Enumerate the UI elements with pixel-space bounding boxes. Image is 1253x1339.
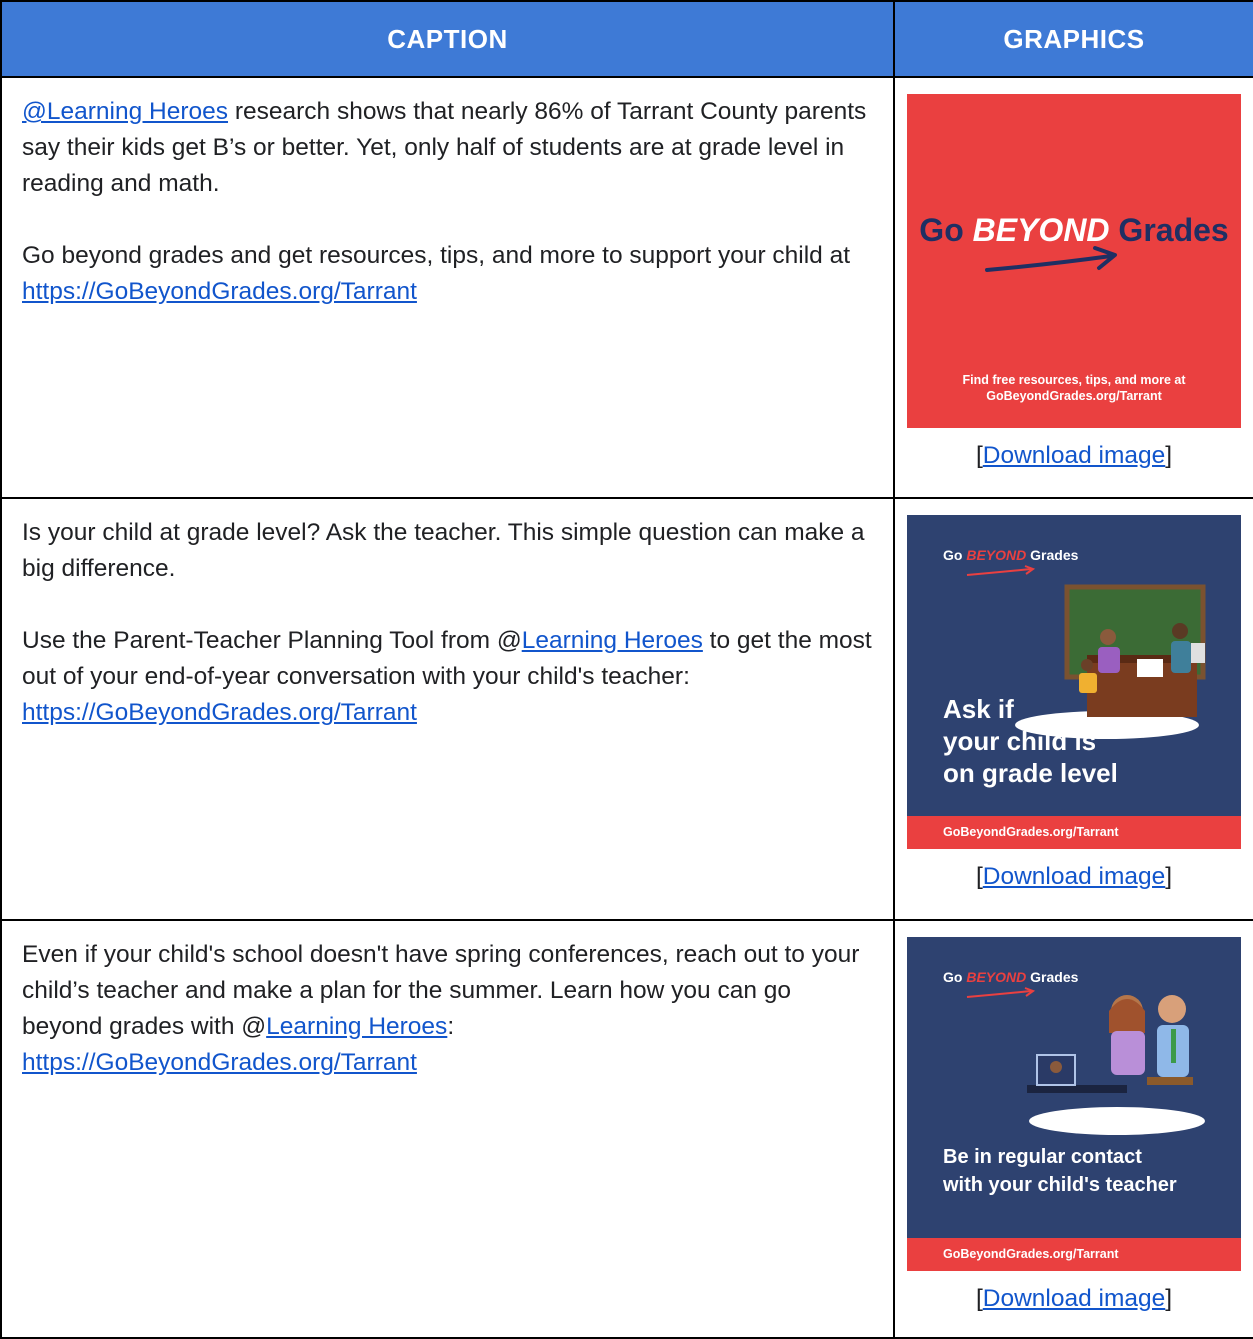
footer-line: GoBeyondGrades.org/Tarrant: [986, 389, 1162, 403]
graphic-headline: Be in regular contact with your child's …: [943, 1143, 1177, 1199]
learning-heroes-link[interactable]: Learning Heroes: [266, 1013, 447, 1040]
download-image-link[interactable]: Download image: [983, 1285, 1166, 1312]
graphic-footer-text: Find free resources, tips, and more at G…: [907, 372, 1241, 404]
brand-go: Go: [943, 969, 967, 985]
caption-paragraph: Go beyond grades and get resources, tips…: [22, 238, 873, 310]
brand-grades: Grades: [1026, 547, 1079, 563]
headline-line: Be in regular contact: [943, 1146, 1142, 1168]
download-image-link[interactable]: Download image: [983, 863, 1166, 890]
caption-cell: Is your child at grade level? Ask the te…: [0, 497, 895, 921]
learning-heroes-link[interactable]: Learning Heroes: [522, 627, 703, 654]
bracket: [: [975, 1285, 983, 1312]
graphic-cell: Go BEYOND Grades: [893, 919, 1253, 1339]
headline-line: on grade level: [943, 758, 1118, 788]
graphics-column-header: GRAPHICS: [893, 0, 1253, 78]
headline-line: with your child's teacher: [943, 1174, 1177, 1196]
caption-paragraph: Even if your child's school doesn't have…: [22, 937, 873, 1081]
bracket: [: [975, 442, 983, 469]
caption-text: :: [447, 1013, 455, 1040]
brand-go: Go: [919, 212, 973, 248]
brand-grades: Grades: [1109, 212, 1229, 248]
bracket: ]: [1165, 1285, 1173, 1312]
graphic-footer-bar: GoBeyondGrades.org/Tarrant: [907, 816, 1241, 849]
caption-paragraph: Is your child at grade level? Ask the te…: [22, 519, 865, 582]
caption-paragraph: @Learning Heroes research shows that nea…: [22, 94, 873, 202]
caption-cell: Even if your child's school doesn't have…: [0, 919, 895, 1339]
graphic-cell: Go BEYOND Grades: [893, 497, 1253, 921]
graphic-footer-bar: GoBeyondGrades.org/Tarrant: [907, 1238, 1241, 1271]
parents-video-call-illustration: [1027, 995, 1205, 1135]
brand-logo: Go BEYOND Grades: [943, 547, 1078, 563]
graphic-headline: Ask if your child is on grade level: [943, 693, 1118, 789]
caption-cell: @Learning Heroes research shows that nea…: [0, 76, 895, 499]
download-image-row: [Download image]: [895, 859, 1253, 895]
social-posts-table: CAPTION GRAPHICS @Learning Heroes resear…: [0, 0, 1253, 1339]
download-image-link[interactable]: Download image: [983, 442, 1166, 469]
go-beyond-grades-red-graphic: Go BEYOND Grades Find free resources, ti…: [907, 94, 1241, 428]
regular-contact-graphic: Go BEYOND Grades Be in regular contact w…: [907, 937, 1241, 1271]
brand-arrow-icon: [985, 246, 1117, 272]
footer-line: Find free resources, tips, and more at: [962, 373, 1186, 387]
caption-text: Use the Parent-Teacher Planning Tool fro…: [22, 627, 522, 654]
caption-paragraph: Use the Parent-Teacher Planning Tool fro…: [22, 623, 873, 731]
download-image-row: [Download image]: [895, 1281, 1253, 1317]
learning-heroes-link[interactable]: @Learning Heroes: [22, 98, 228, 125]
gobeyondgrades-link[interactable]: https://GoBeyondGrades.org/Tarrant: [22, 278, 417, 305]
bracket: [: [975, 863, 983, 890]
brand-go: Go: [943, 547, 967, 563]
bracket: ]: [1165, 442, 1173, 469]
bracket: ]: [1165, 863, 1173, 890]
graphic-cell: Go BEYOND Grades Find free resources, ti…: [893, 76, 1253, 499]
headline-line: your child is: [943, 726, 1097, 756]
table-row: @Learning Heroes research shows that nea…: [0, 76, 1253, 499]
gobeyondgrades-link[interactable]: https://GoBeyondGrades.org/Tarrant: [22, 1049, 417, 1076]
table-row: Is your child at grade level? Ask the te…: [0, 497, 1253, 921]
brand-beyond: BEYOND: [966, 547, 1027, 563]
caption-text: Go beyond grades and get resources, tips…: [22, 242, 851, 269]
table-row: Even if your child's school doesn't have…: [0, 919, 1253, 1339]
caption-column-header: CAPTION: [0, 0, 895, 78]
headline-line: Ask if: [943, 694, 1014, 724]
gobeyondgrades-link[interactable]: https://GoBeyondGrades.org/Tarrant: [22, 699, 417, 726]
ask-grade-level-graphic: Go BEYOND Grades Ask if your child is on…: [907, 515, 1241, 849]
download-image-row: [Download image]: [895, 438, 1253, 474]
table-header-row: CAPTION GRAPHICS: [0, 0, 1253, 78]
brand-beyond: BEYOND: [972, 212, 1110, 248]
